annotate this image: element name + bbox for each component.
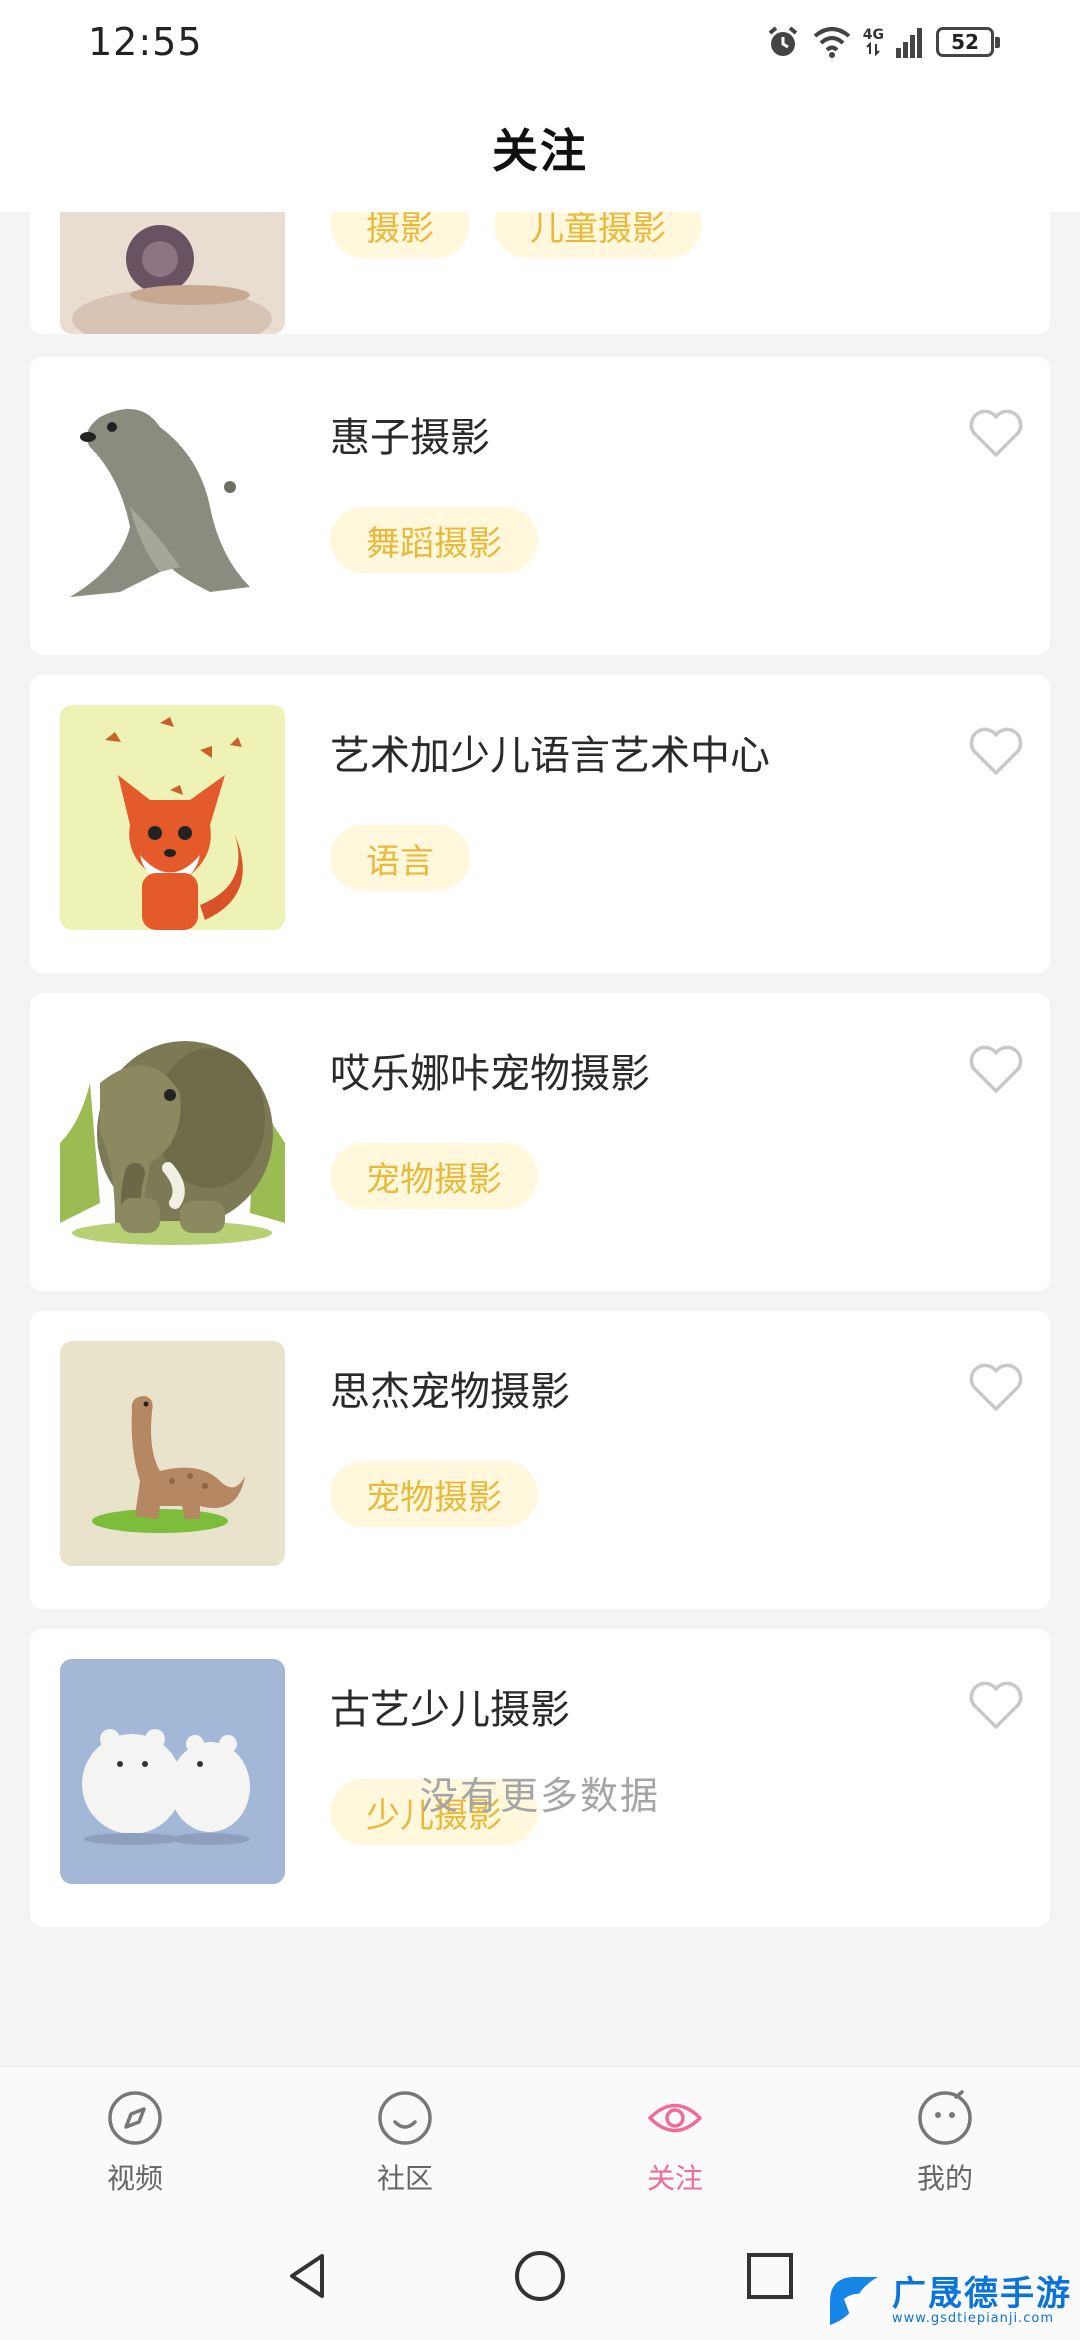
- tag[interactable]: 摄影: [330, 212, 470, 258]
- tag-row: 宠物摄影: [330, 1461, 538, 1527]
- network-indicator: 4G: [863, 28, 884, 56]
- page-title: 关注: [492, 124, 588, 178]
- smiley-icon: [378, 2091, 432, 2145]
- card-title: 哎乐娜咔宠物摄影: [330, 1051, 650, 1097]
- app-header: 关注: [0, 84, 1080, 212]
- card-title: 艺术加少儿语言艺术中心: [330, 733, 770, 779]
- heart-outline-icon[interactable]: [968, 1681, 1024, 1731]
- tag[interactable]: 语言: [330, 825, 470, 891]
- heart-outline-icon[interactable]: [968, 409, 1024, 459]
- compass-icon: [108, 2091, 162, 2145]
- tag[interactable]: 宠物摄影: [330, 1143, 538, 1209]
- bottom-nav: 视频 社区 关注 我的: [0, 2066, 1080, 2218]
- watermark-text: 广晟德手游: [892, 2273, 1072, 2314]
- home-icon[interactable]: [510, 2246, 570, 2306]
- signal-icon: [896, 28, 922, 58]
- battery-icon: 52: [936, 27, 1000, 57]
- tag-row: 宠物摄影: [330, 1143, 538, 1209]
- nav-item-follow[interactable]: 关注: [540, 2067, 810, 2219]
- list-end-text: 没有更多数据: [419, 1774, 660, 1818]
- eye-icon: [648, 2103, 702, 2133]
- follow-card[interactable]: 摄影 儿童摄影: [30, 212, 1050, 334]
- tag-row: 摄影 儿童摄影: [330, 212, 702, 258]
- card-thumbnail: [60, 1341, 285, 1566]
- nav-label: 视频: [106, 2162, 163, 2195]
- tag[interactable]: 儿童摄影: [494, 212, 702, 258]
- card-title: 惠子摄影: [330, 415, 490, 461]
- follow-card[interactable]: 惠子摄影 舞蹈摄影: [30, 357, 1050, 655]
- watermark-logo-icon: [830, 2276, 878, 2325]
- watermark-text-block: 广晟德手游 www.gsdtiepianji.com: [892, 2277, 1072, 2326]
- watermark: 广晟德手游 www.gsdtiepianji.com: [820, 2262, 1080, 2340]
- alarm-icon: [768, 26, 798, 56]
- tag[interactable]: 舞蹈摄影: [330, 507, 538, 573]
- heart-outline-icon[interactable]: [968, 1363, 1024, 1413]
- nav-item-community[interactable]: 社区: [270, 2067, 540, 2219]
- fox-illustration: [60, 705, 285, 930]
- tag-row: 舞蹈摄影: [330, 507, 538, 573]
- app-root: 12:55 4G 52 关注 摄影 儿童摄影 惠子摄影 舞蹈摄影 艺术加少儿语言…: [0, 0, 1080, 2340]
- follow-card[interactable]: 思杰宠物摄影 宠物摄影: [30, 1311, 1050, 1609]
- status-time: 12:55: [88, 20, 203, 64]
- card-thumbnail: [60, 1023, 285, 1248]
- status-bar: 12:55 4G 52: [0, 0, 1080, 84]
- snail-illustration: [60, 212, 285, 334]
- follow-card[interactable]: 哎乐娜咔宠物摄影 宠物摄影: [30, 993, 1050, 1291]
- elephant-illustration: [60, 1023, 285, 1248]
- battery-level: 52: [951, 30, 979, 54]
- dinosaur-illustration: [60, 1341, 285, 1566]
- wifi-icon: [813, 27, 851, 58]
- card-title: 古艺少儿摄影: [330, 1687, 570, 1733]
- nav-label: 关注: [646, 2162, 703, 2195]
- heart-outline-icon[interactable]: [968, 1045, 1024, 1095]
- face-icon: [918, 2090, 972, 2145]
- tag-row: 语言: [330, 825, 470, 891]
- network-type: 4G: [862, 27, 884, 43]
- heart-outline-icon[interactable]: [968, 727, 1024, 777]
- card-thumbnail: [60, 387, 285, 612]
- card-thumbnail: [60, 705, 285, 930]
- follow-card[interactable]: 艺术加少儿语言艺术中心 语言: [30, 675, 1050, 973]
- watermark-url: www.gsdtiepianji.com: [892, 2310, 1055, 2326]
- card-title: 思杰宠物摄影: [330, 1369, 570, 1415]
- nav-item-me[interactable]: 我的: [810, 2067, 1080, 2219]
- status-icons: 4G 52: [765, 24, 1000, 60]
- card-thumbnail: [60, 212, 285, 334]
- back-icon[interactable]: [278, 2246, 338, 2306]
- nav-label: 社区: [376, 2162, 433, 2195]
- nav-item-video[interactable]: 视频: [0, 2067, 270, 2219]
- tag[interactable]: 宠物摄影: [330, 1461, 538, 1527]
- data-arrows-icon: [866, 42, 881, 56]
- recents-icon[interactable]: [740, 2246, 800, 2306]
- nav-label: 我的: [916, 2162, 973, 2195]
- seal-illustration: [60, 387, 285, 612]
